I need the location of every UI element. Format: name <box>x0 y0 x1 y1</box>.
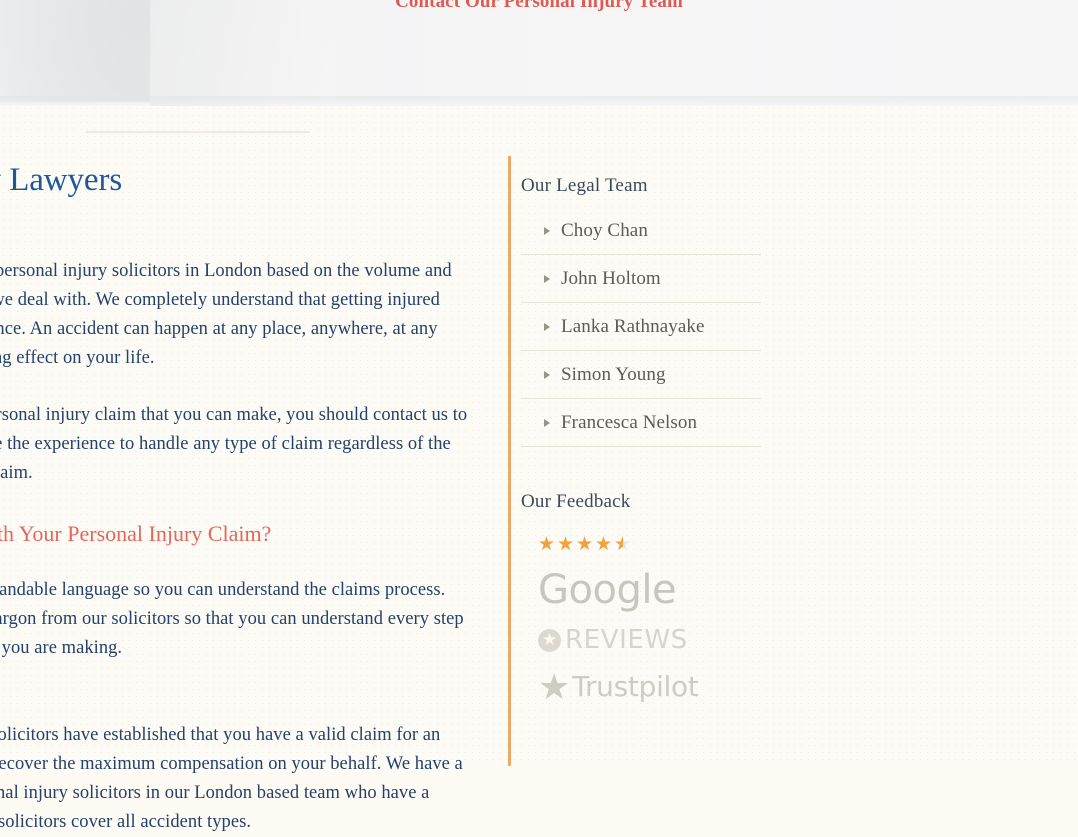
triangle-right-icon <box>544 371 550 379</box>
sidebar-heading-legal-team: Our Legal Team <box>521 175 648 196</box>
list-item[interactable]: Lanka Rathnayake <box>521 316 761 351</box>
triangle-right-icon <box>544 275 550 283</box>
star-half-icon: ★ ★ <box>614 536 632 554</box>
star-icon: ★ ★ <box>557 536 575 554</box>
hero-banner: Contact Our Personal Injury Team <box>0 0 1078 106</box>
team-member-name: Simon Young <box>561 364 666 385</box>
hero-bottom-shadow <box>0 96 1078 106</box>
triangle-right-icon <box>544 419 550 427</box>
decorative-rule <box>86 131 310 133</box>
list-item[interactable]: John Holtom <box>521 268 761 303</box>
legal-team-list: Choy Chan John Holtom Lanka Rathnayake S… <box>521 220 761 447</box>
reviews-star-badge-icon: ★ <box>538 628 561 652</box>
compensation-paragraph: Once our personal injury solicitors have… <box>0 725 463 832</box>
trustpilot-star-icon: ★ <box>538 667 571 707</box>
google-logo[interactable]: Google <box>538 568 778 612</box>
list-item[interactable]: Francesca Nelson <box>521 412 761 447</box>
trustpilot-logo[interactable]: ★ Trustpilot <box>538 667 778 707</box>
trustpilot-logo-label: Trustpilot <box>572 670 699 703</box>
main-content: Personal Injury Lawyers FAQs We are one … <box>0 160 470 837</box>
list-item[interactable]: Simon Young <box>521 364 761 399</box>
hero-photo-mid <box>150 0 350 106</box>
page-title: Personal Injury Lawyers <box>0 162 123 198</box>
section-heading-help: How Can We Help With Your Personal Injur… <box>0 521 272 546</box>
team-member-name: Choy Chan <box>561 220 648 241</box>
hero-photo-right <box>330 0 1078 106</box>
plain-language-paragraph: We use simple and understandable languag… <box>0 580 464 658</box>
triangle-right-icon <box>544 323 550 331</box>
star-icon: ★ ★ <box>576 536 594 554</box>
list-item[interactable]: Choy Chan <box>521 220 761 255</box>
reviews-logo-label: REVIEWS <box>565 625 688 655</box>
triangle-right-icon <box>544 227 550 235</box>
sidebar: Our Legal Team Choy Chan John Holtom Lan… <box>508 156 778 766</box>
team-member-name: Francesca Nelson <box>561 412 698 433</box>
star-icon: ★ ★ <box>538 536 556 554</box>
star-icon: ★ ★ <box>595 536 613 554</box>
review-logos: Google ★ REVIEWS ★ Trustpilot <box>538 568 778 707</box>
sidebar-heading-feedback: Our Feedback <box>521 491 631 512</box>
intro-paragraph: We are one of the leading personal injur… <box>0 261 452 368</box>
hero-title: Contact Our Personal Injury Team <box>395 0 683 12</box>
reviews-logo[interactable]: ★ REVIEWS <box>538 626 778 654</box>
team-member-name: John Holtom <box>561 268 661 289</box>
rating-stars: ★ ★ ★ ★ ★ ★ ★ ★ ★ ★ <box>538 536 778 554</box>
claim-paragraph: If you think you have a personal injury … <box>0 405 468 483</box>
team-member-name: Lanka Rathnayake <box>561 316 705 337</box>
